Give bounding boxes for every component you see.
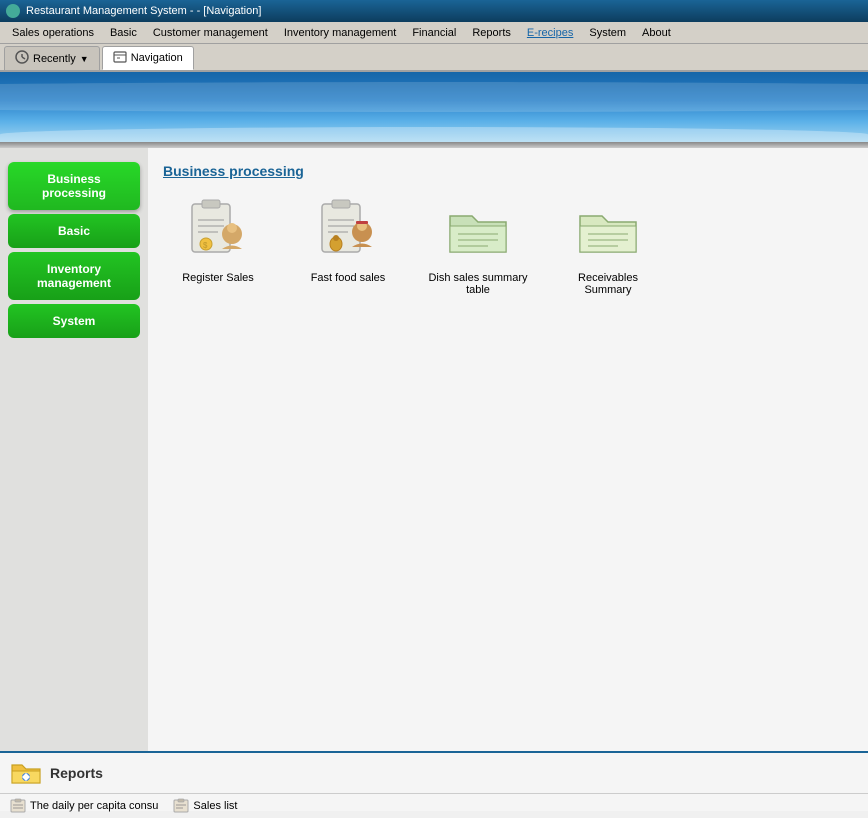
- dish-sales-summary-icon: [442, 194, 514, 266]
- content-area: Business processing: [148, 148, 868, 751]
- icon-dish-sales-summary[interactable]: Dish sales summary table: [423, 194, 533, 296]
- reports-links: The daily per capita consu Sales list: [0, 794, 868, 818]
- menu-system[interactable]: System: [581, 25, 634, 41]
- receivables-summary-icon: [572, 194, 644, 266]
- window-title: Restaurant Management System - - [Naviga…: [26, 5, 261, 17]
- menu-inventory-management[interactable]: Inventory management: [276, 25, 405, 41]
- tab-navigation-label: Navigation: [131, 52, 183, 64]
- reports-header: Reports: [0, 753, 868, 794]
- menu-financial[interactable]: Financial: [404, 25, 464, 41]
- register-sales-label: Register Sales: [182, 272, 254, 284]
- icon-fast-food-sales[interactable]: Fast food sales: [293, 194, 403, 296]
- sidebar: Business processing Basic Inventory mana…: [0, 148, 148, 751]
- report-link-sales-list[interactable]: Sales list: [173, 798, 237, 814]
- main-content: Business processing Basic Inventory mana…: [0, 148, 868, 751]
- svg-text:$: $: [203, 241, 208, 250]
- menu-e-recipes[interactable]: E-recipes: [519, 25, 581, 41]
- report-sales-list-label: Sales list: [193, 800, 237, 812]
- reports-folder-icon: [10, 757, 42, 789]
- sidebar-btn-basic[interactable]: Basic: [8, 214, 140, 248]
- menu-sales-operations[interactable]: Sales operations: [4, 25, 102, 41]
- nav-icon: [113, 50, 127, 67]
- report-sales-icon: [173, 798, 189, 814]
- tab-recently[interactable]: Recently ▼: [4, 46, 100, 70]
- fast-food-sales-icon: [312, 194, 384, 266]
- sidebar-btn-inventory-management[interactable]: Inventory management: [8, 252, 140, 300]
- sidebar-btn-business-processing[interactable]: Business processing: [8, 162, 140, 210]
- menu-bar: Sales operations Basic Customer manageme…: [0, 22, 868, 44]
- app-icon: [6, 4, 20, 18]
- report-link-daily[interactable]: The daily per capita consu: [10, 798, 158, 814]
- tab-navigation[interactable]: Navigation: [102, 46, 194, 70]
- clock-icon: [15, 50, 29, 67]
- report-daily-icon: [10, 798, 26, 814]
- fast-food-sales-label: Fast food sales: [311, 272, 386, 284]
- tab-recently-arrow: ▼: [80, 54, 89, 64]
- menu-customer-management[interactable]: Customer management: [145, 25, 276, 41]
- reports-area: Reports The daily per capita consu Sales…: [0, 751, 868, 811]
- tab-recently-label: Recently: [33, 53, 76, 65]
- icons-grid: $ Register Sales: [163, 194, 853, 296]
- tab-bar: Recently ▼ Navigation: [0, 44, 868, 72]
- sidebar-btn-system[interactable]: System: [8, 304, 140, 338]
- section-title: Business processing: [163, 163, 853, 179]
- menu-about[interactable]: About: [634, 25, 679, 41]
- register-sales-icon: $: [182, 194, 254, 266]
- banner: [0, 72, 868, 142]
- icon-receivables-summary[interactable]: Receivables Summary: [553, 194, 663, 296]
- title-bar: Restaurant Management System - - [Naviga…: [0, 0, 868, 22]
- reports-title: Reports: [50, 765, 103, 781]
- icon-register-sales[interactable]: $ Register Sales: [163, 194, 273, 296]
- report-daily-label: The daily per capita consu: [30, 800, 158, 812]
- menu-basic[interactable]: Basic: [102, 25, 145, 41]
- receivables-summary-label: Receivables Summary: [553, 272, 663, 296]
- dish-sales-summary-label: Dish sales summary table: [423, 272, 533, 296]
- menu-reports[interactable]: Reports: [464, 25, 519, 41]
